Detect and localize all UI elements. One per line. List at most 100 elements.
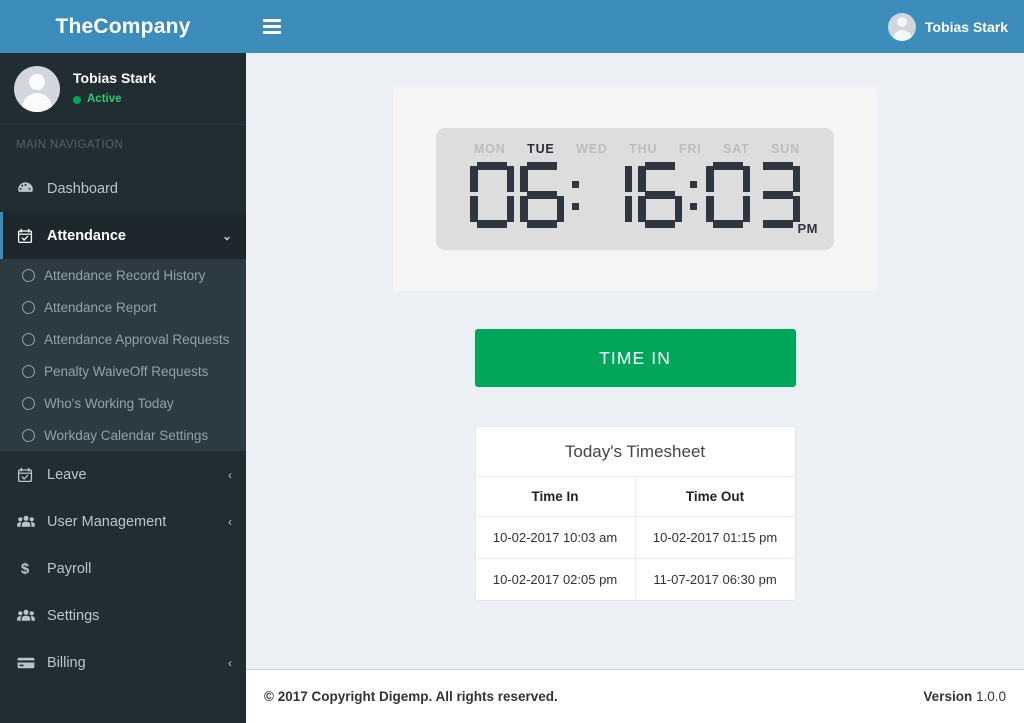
- users-icon: [17, 608, 39, 624]
- brand-logo[interactable]: TheCompany: [0, 0, 246, 53]
- sidebar-item-label: Leave: [47, 466, 87, 483]
- chevron-left-icon: ‹: [228, 467, 232, 482]
- sidebar-item-label: Payroll: [47, 560, 92, 577]
- segment-c: [624, 196, 632, 222]
- table-header-row: Time In Time Out: [475, 477, 795, 517]
- segment-a: [595, 162, 625, 170]
- brand-name: TheCompany: [55, 14, 191, 38]
- time-in-button[interactable]: TIME IN: [474, 329, 796, 387]
- clock-meridiem: PM: [797, 221, 818, 236]
- segment-g: [527, 191, 557, 199]
- clock-day-wed: WED: [576, 142, 608, 156]
- nav-section-header: MAIN NAVIGATION: [0, 125, 246, 165]
- topbar-user-menu[interactable]: Tobias Stark: [888, 12, 1008, 41]
- sidebar-subitem-whos-working-today[interactable]: Who's Working Today: [0, 387, 246, 419]
- clock-colon: [686, 162, 702, 228]
- hamburger-icon[interactable]: [258, 13, 286, 41]
- clock-day-tue: TUE: [527, 142, 555, 156]
- version-info: Version 1.0.0: [923, 689, 1006, 704]
- seven-segment-digit: [705, 162, 751, 228]
- clock-day-thu: THU: [629, 142, 658, 156]
- segment-b: [742, 166, 750, 192]
- chevron-left-icon: ‹: [228, 514, 232, 529]
- sidebar-item-attendance[interactable]: Attendance ⌄: [0, 212, 246, 259]
- time-in-section: TIME IN: [393, 329, 877, 387]
- sidebar-item-label: Billing: [47, 654, 86, 671]
- sidebar-item-billing[interactable]: Billing ‹: [0, 639, 246, 686]
- sidebar-user-name: Tobias Stark: [73, 70, 156, 87]
- sidebar-subitem-penalty-waiveoff-requests[interactable]: Penalty WaiveOff Requests: [0, 355, 246, 387]
- hamburger-bar: [263, 31, 281, 34]
- cell-time-out: 11-07-2017 06:30 pm: [653, 572, 777, 587]
- segment-f: [706, 166, 714, 192]
- chevron-down-icon: ⌄: [221, 228, 232, 243]
- avatar: [14, 65, 60, 112]
- segment-b: [624, 166, 632, 192]
- timesheet-title: Today's Timesheet: [475, 427, 795, 477]
- clock-colon: [568, 162, 584, 228]
- sidebar-user-info: Tobias Stark Active: [73, 70, 156, 107]
- segment-g: [713, 191, 743, 199]
- sidebar-subitem-attendance-approval-requests[interactable]: Attendance Approval Requests: [0, 323, 246, 355]
- sidebar-user-panel[interactable]: Tobias Stark Active: [0, 53, 246, 125]
- cell-time-in: 10-02-2017 02:05 pm: [475, 558, 636, 600]
- sidebar-subitem-workday-calendar-settings[interactable]: Workday Calendar Settings: [0, 419, 246, 451]
- segment-a: [763, 162, 793, 170]
- seven-segment-digit: [587, 162, 633, 228]
- svg-text:$: $: [21, 561, 30, 578]
- segment-d: [645, 220, 675, 228]
- column-header-time-in: Time In: [475, 477, 636, 517]
- seven-segment-digit: [519, 162, 565, 228]
- segment-b: [506, 166, 514, 192]
- seven-segment-digit: [755, 162, 801, 228]
- sidebar-item-settings[interactable]: Settings: [0, 592, 246, 639]
- segment-b: [557, 166, 565, 192]
- top-navbar: Tobias Stark: [246, 0, 1024, 53]
- sidebar-item-dashboard[interactable]: Dashboard: [0, 165, 246, 212]
- sidebar-item-leave[interactable]: Leave ‹: [0, 451, 246, 498]
- cell-time-out: 10-02-2017 01:15 pm: [635, 516, 795, 559]
- segment-c: [742, 196, 750, 222]
- sidebar-subitem-label: Attendance Report: [44, 299, 157, 315]
- segment-g: [763, 191, 793, 199]
- content-area: MON TUE WED THU FRI SAT SUN PM TIME IN T…: [246, 53, 1024, 669]
- sidebar-subitem-label: Penalty WaiveOff Requests: [44, 363, 209, 379]
- circle-icon: [22, 428, 35, 442]
- clock-day-sun: SUN: [771, 142, 800, 156]
- status-label: Active: [87, 93, 122, 105]
- sidebar-subitem-attendance-record-history[interactable]: Attendance Record History: [0, 259, 246, 291]
- sidebar-item-label: Dashboard: [47, 180, 118, 197]
- users-icon: [17, 514, 39, 530]
- sidebar-subitem-attendance-report[interactable]: Attendance Report: [0, 291, 246, 323]
- segment-d: [595, 220, 625, 228]
- segment-e: [706, 196, 714, 222]
- timesheet-card: Today's Timesheet Time In Time Out 10-02…: [474, 426, 796, 601]
- circle-icon: [22, 300, 35, 314]
- segment-a: [645, 162, 675, 170]
- sidebar-subitem-label: Who's Working Today: [44, 395, 174, 411]
- clock-face: MON TUE WED THU FRI SAT SUN PM: [436, 128, 834, 250]
- segment-c: [556, 196, 564, 222]
- sidebar-subitem-label: Attendance Record History: [44, 267, 206, 283]
- circle-icon: [22, 332, 35, 346]
- sidebar-item-payroll[interactable]: $ Payroll: [0, 545, 246, 592]
- segment-d: [713, 220, 743, 228]
- timesheet-table: Time In Time Out 10-02-2017 10:03 am 10-…: [475, 477, 795, 600]
- status-dot-icon: [73, 95, 81, 104]
- segment-e: [588, 196, 596, 222]
- segment-b: [675, 166, 683, 192]
- cell-time-in: 10-02-2017 10:03 am: [475, 516, 636, 559]
- version-value: 1.0.0: [975, 689, 1006, 704]
- calendar-check-icon: [17, 467, 39, 483]
- app-root: TheCompany Tobias Stark Active MAIN NAVI…: [0, 0, 1024, 723]
- segment-e: [520, 196, 528, 222]
- dashboard-icon: [17, 180, 39, 197]
- sidebar-item-user-management[interactable]: User Management ‹: [0, 498, 246, 545]
- seven-segment-digit: [637, 162, 683, 228]
- clock-day-fri: FRI: [678, 142, 702, 156]
- segment-c: [506, 196, 514, 222]
- segment-e: [756, 196, 764, 222]
- timesheet-body: 10-02-2017 10:03 am 10-02-2017 01:15 pm …: [475, 516, 795, 600]
- segment-g: [595, 191, 625, 199]
- version-label: Version: [923, 689, 973, 704]
